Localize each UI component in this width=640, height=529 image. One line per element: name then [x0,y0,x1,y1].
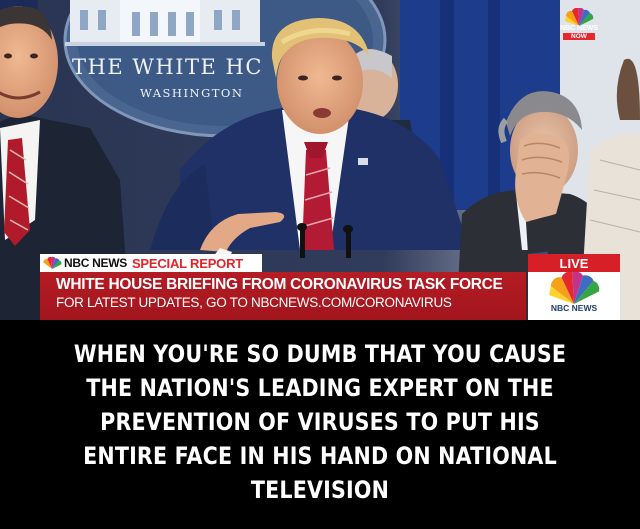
live-badge: LIVE [528,254,620,272]
ticker-network-logo: NBC NEWS [528,272,620,320]
nbc-peacock-icon [549,272,600,304]
ticker-network-name: NBC NEWS [64,256,127,270]
seal-title: THE WHITE HC [72,55,263,79]
ticker-brand-bar: NBC NEWS SPECIAL REPORT [40,254,262,272]
press-briefing-photo: THE WHITE HC WASHINGTON NBC NEWS NOW NBC… [0,0,640,320]
nbc-peacock-icon [43,256,62,269]
nbc-peacock-icon [565,8,594,26]
ticker-headline: WHITE HOUSE BRIEFING FROM CORONAVIRUS TA… [56,276,503,293]
ticker-subline: FOR LATEST UPDATES, GO TO NBCNEWS.COM/CO… [56,295,452,310]
seal-subtitle: WASHINGTON [140,86,243,100]
corner-now-tag: NOW [563,33,595,40]
meme-caption-area: WHEN YOU'RE SO DUMB THAT YOU CAUSE THE N… [0,320,640,529]
ticker-band: WHITE HOUSE BRIEFING FROM CORONAVIRUS TA… [40,272,526,320]
news-ticker: NBC NEWS SPECIAL REPORT WHITE HOUSE BRIE… [40,254,640,320]
corner-network-logo: NBC NEWS NOW [556,8,602,50]
meme-caption: WHEN YOU'RE SO DUMB THAT YOU CAUSE THE N… [73,339,567,504]
corner-network-name: NBC NEWS [559,25,599,32]
ticker-special-report: SPECIAL REPORT [131,255,244,271]
ticker-logo-text: NBC NEWS [550,303,598,313]
